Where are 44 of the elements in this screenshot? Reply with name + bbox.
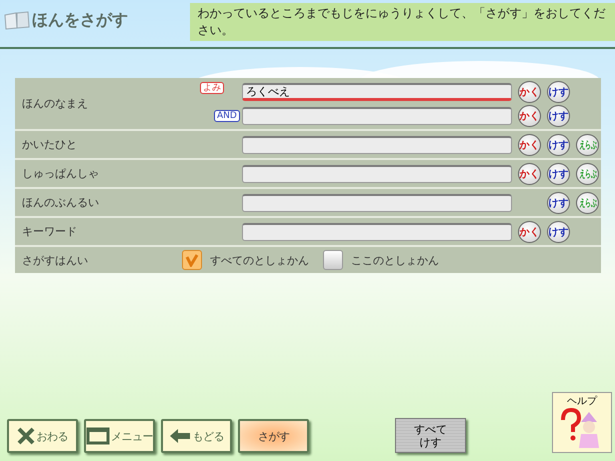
field-label: しゅっぱんしゃ — [21, 166, 100, 181]
option-label: ここのとしょかん — [351, 252, 439, 268]
field-label: さがすはんい — [21, 252, 89, 268]
text-input-field[interactable]: ろくべえ — [242, 82, 512, 100]
clear-button[interactable]: けす — [547, 162, 570, 184]
field-label: かいたひと — [21, 137, 78, 152]
write-button[interactable]: かく — [518, 104, 541, 126]
checkbox[interactable] — [323, 250, 343, 270]
field-label: ほんのぶんるい — [21, 195, 100, 210]
write-button[interactable]: かく — [518, 162, 541, 184]
write-button[interactable]: かく — [518, 134, 541, 156]
write-button[interactable]: かく — [518, 80, 541, 102]
text-input-field[interactable] — [242, 194, 512, 212]
text-input-field[interactable] — [242, 164, 512, 182]
text-input-field[interactable] — [242, 222, 512, 240]
text-input-field[interactable] — [242, 106, 512, 124]
back-button[interactable]: もどる — [161, 419, 232, 453]
write-button[interactable]: かく — [518, 220, 541, 242]
clear-button[interactable]: けす — [547, 80, 570, 102]
clear-button[interactable]: けす — [547, 220, 570, 242]
clear-button[interactable]: けす — [547, 104, 570, 126]
choose-button[interactable]: えらぶ — [576, 134, 599, 156]
clear-all-button[interactable]: すべてけす — [395, 418, 466, 453]
clear-button[interactable]: けす — [547, 134, 570, 156]
text-input-field[interactable] — [242, 136, 512, 154]
instruction-text: わかっているところまでもじをにゅうりょくして、「さがす」をおしてください。 — [190, 3, 615, 41]
book-icon — [4, 11, 30, 31]
choose-button[interactable]: えらぶ — [576, 192, 599, 214]
window-icon — [86, 427, 110, 445]
left-arrow-icon — [169, 428, 192, 444]
choose-button[interactable]: えらぶ — [576, 162, 599, 184]
menu-button[interactable]: メニュー — [84, 419, 155, 453]
field-label: キーワード — [21, 224, 78, 239]
checkbox[interactable] — [182, 250, 202, 270]
close-icon — [17, 427, 36, 445]
help-button[interactable]: ヘルプ — [552, 392, 612, 453]
option-label: すべてのとしょかん — [210, 252, 309, 268]
page-title: ほんをさがす — [32, 10, 128, 31]
clear-button[interactable]: けす — [547, 192, 570, 214]
field-label: ほんのなまえ — [21, 96, 89, 111]
field-tag: AND — [214, 110, 240, 122]
search-button[interactable]: さがす — [238, 419, 309, 453]
exit-button[interactable]: おわる — [7, 419, 78, 453]
field-tag: よみ — [200, 82, 224, 94]
